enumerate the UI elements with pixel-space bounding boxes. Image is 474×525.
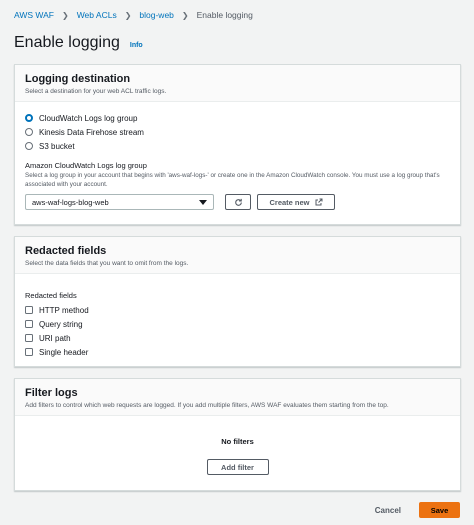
checkbox-label: Single header — [39, 347, 89, 357]
panel-title: Logging destination — [25, 73, 131, 85]
checkbox-label: Query string — [39, 319, 83, 329]
radio-label: S3 bucket — [39, 141, 75, 151]
chevron-right-icon: ❯ — [181, 10, 189, 20]
breadcrumb-blog-web[interactable]: blog-web — [139, 10, 174, 20]
panel-title: Filter logs — [25, 387, 78, 399]
breadcrumb-web-acls[interactable]: Web ACLs — [77, 10, 117, 20]
panel-header: Logging destination Select a destination… — [15, 65, 460, 102]
filter-empty-state: No filters Add filter — [15, 416, 460, 485]
checkbox-uri-path[interactable]: URI path — [25, 331, 450, 345]
logging-destination-panel: Logging destination Select a destination… — [14, 64, 461, 225]
info-link[interactable]: Info — [130, 42, 143, 49]
redacted-fields-panel: Redacted fields Select the data fields t… — [14, 236, 461, 367]
panel-description: Select a destination for your web ACL tr… — [25, 88, 167, 95]
checkbox-label: HTTP method — [39, 305, 89, 315]
radio-label: Kinesis Data Firehose stream — [39, 127, 144, 137]
refresh-button[interactable] — [225, 194, 251, 210]
panel-description: Add filters to control which web request… — [25, 402, 389, 409]
panel-body: CloudWatch Logs log group Kinesis Data F… — [15, 102, 460, 220]
radio-s3-bucket[interactable]: S3 bucket — [25, 139, 450, 153]
log-group-controls: aws-waf-logs-blog-web Create new — [25, 194, 450, 210]
checkbox-single-header[interactable]: Single header — [25, 345, 450, 359]
panel-header: Filter logs Add filters to control which… — [15, 379, 460, 416]
radio-cloudwatch-logs[interactable]: CloudWatch Logs log group — [25, 111, 450, 125]
create-new-label: Create new — [269, 197, 310, 207]
form-actions: Cancel Save — [375, 502, 460, 518]
radio-kinesis-firehose[interactable]: Kinesis Data Firehose stream — [25, 125, 450, 139]
filter-logs-panel: Filter logs Add filters to control which… — [14, 378, 461, 491]
no-filters-text: No filters — [221, 437, 254, 446]
caret-down-icon — [199, 199, 207, 205]
add-filter-button[interactable]: Add filter — [206, 459, 269, 475]
checkbox[interactable] — [25, 306, 33, 314]
create-new-button[interactable]: Create new — [257, 194, 335, 210]
panel-body: Redacted fields HTTP method Query string… — [15, 274, 460, 369]
panel-description: Select the data fields that you want to … — [25, 260, 189, 267]
external-link-icon — [315, 198, 323, 206]
radio-button[interactable] — [25, 128, 33, 136]
checkbox[interactable] — [25, 334, 33, 342]
checkbox-label: URI path — [39, 333, 71, 343]
breadcrumb: AWS WAF ❯ Web ACLs ❯ blog-web ❯ Enable l… — [14, 10, 253, 20]
radio-label: CloudWatch Logs log group — [39, 113, 138, 123]
checkbox-query-string[interactable]: Query string — [25, 317, 450, 331]
refresh-icon — [234, 198, 242, 206]
save-button[interactable]: Save — [419, 502, 460, 518]
checkbox-http-method[interactable]: HTTP method — [25, 303, 450, 317]
log-group-select[interactable]: aws-waf-logs-blog-web — [25, 194, 214, 210]
radio-button[interactable] — [25, 114, 33, 122]
radio-button[interactable] — [25, 142, 33, 150]
panel-header: Redacted fields Select the data fields t… — [15, 237, 460, 274]
page-header: Enable logging Info — [14, 34, 143, 52]
page-title: Enable logging — [14, 34, 120, 51]
chevron-right-icon: ❯ — [124, 10, 132, 20]
redacted-fields-group-label: Redacted fields — [25, 291, 77, 300]
chevron-right-icon: ❯ — [61, 10, 69, 20]
breadcrumb-aws-waf[interactable]: AWS WAF — [14, 10, 54, 20]
log-group-description: Select a log group in your account that … — [25, 172, 440, 188]
cancel-button[interactable]: Cancel — [375, 506, 401, 515]
log-group-label: Amazon CloudWatch Logs log group — [25, 161, 147, 170]
panel-title: Redacted fields — [25, 245, 107, 257]
checkbox[interactable] — [25, 348, 33, 356]
log-group-selected-value: aws-waf-logs-blog-web — [32, 197, 109, 207]
checkbox[interactable] — [25, 320, 33, 328]
breadcrumb-current: Enable logging — [196, 10, 253, 20]
